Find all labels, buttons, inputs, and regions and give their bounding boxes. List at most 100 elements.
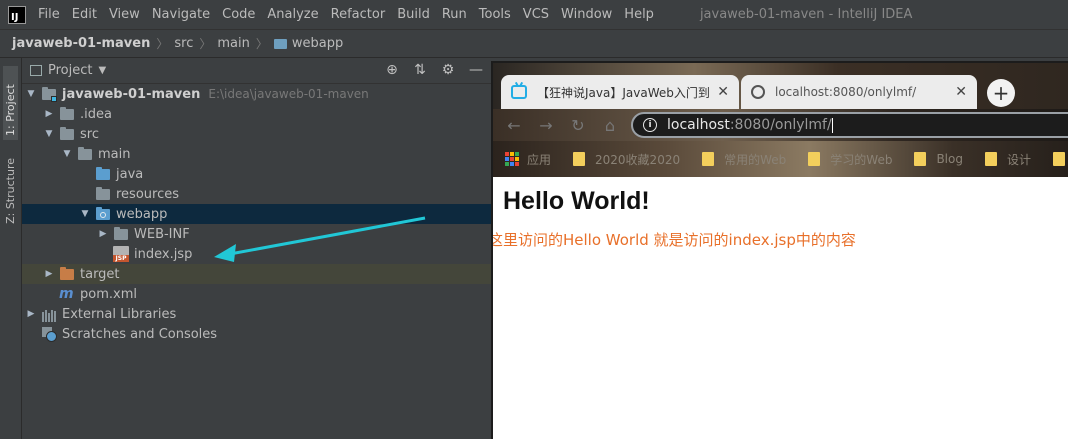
- menu-refactor[interactable]: Refactor: [325, 7, 392, 22]
- gear-icon[interactable]: ⚙: [440, 62, 456, 78]
- tree-item-project-root[interactable]: ▼ javaweb-01-maven E:\idea\javaweb-01-ma…: [22, 84, 492, 104]
- browser-tab-bilibili[interactable]: 【狂神说Java】JavaWeb入门到实战 ✕: [501, 75, 739, 109]
- browser-tab-localhost[interactable]: localhost:8080/onlylmf/ ✕: [741, 75, 977, 109]
- tree-item-src[interactable]: ▼ src: [22, 124, 492, 144]
- browser-toolbar: ← → ↻ ⌂ i localhost:8080/onlylmf/: [493, 109, 1068, 141]
- project-path: E:\idea\javaweb-01-maven: [208, 87, 369, 101]
- tree-item-scratches[interactable]: Scratches and Consoles: [22, 324, 492, 344]
- menu-help[interactable]: Help: [618, 7, 660, 22]
- reload-icon[interactable]: ↻: [567, 116, 589, 135]
- chevron-right-icon: 〉: [255, 37, 268, 51]
- bookmark-folder[interactable]: Blog: [914, 152, 963, 166]
- tree-item-pom[interactable]: m pom.xml: [22, 284, 492, 304]
- menu-code[interactable]: Code: [216, 7, 261, 22]
- address-bar[interactable]: i localhost:8080/onlylmf/: [631, 112, 1068, 138]
- folder-icon: [808, 152, 821, 166]
- web-page-content: Hello World! 这里访问的Hello World 就是访问的index…: [493, 177, 1068, 439]
- maven-icon: m: [59, 286, 74, 302]
- intellij-logo-icon: IJ: [8, 5, 26, 24]
- home-icon[interactable]: ⌂: [599, 116, 621, 135]
- minimize-icon[interactable]: —: [468, 62, 484, 78]
- bookmark-folder[interactable]: 2020收藏2020: [573, 151, 680, 168]
- menu-tools[interactable]: Tools: [473, 7, 517, 22]
- bookmark-folder[interactable]: 设计: [984, 151, 1031, 168]
- breadcrumb-src[interactable]: src: [174, 36, 193, 51]
- tree-item-resources[interactable]: resources: [22, 184, 492, 204]
- new-tab-button[interactable]: +: [987, 79, 1015, 107]
- menu-view[interactable]: View: [103, 7, 146, 22]
- menu-edit[interactable]: Edit: [66, 7, 103, 22]
- tree-item-idea[interactable]: ▶ .idea: [22, 104, 492, 124]
- expanded-arrow-icon[interactable]: ▼: [24, 89, 38, 99]
- browser-window: 【狂神说Java】JavaWeb入门到实战 ✕ localhost:8080/o…: [491, 61, 1068, 439]
- page-heading: Hello World!: [503, 187, 650, 215]
- folder-icon: [59, 106, 75, 122]
- tree-item-java[interactable]: java: [22, 164, 492, 184]
- tree-item-web-inf[interactable]: ▶ WEB-INF: [22, 224, 492, 244]
- bookmark-folder[interactable]: 学习的Web: [808, 151, 892, 168]
- bilibili-icon: [511, 85, 527, 99]
- browser-tab-strip: 【狂神说Java】JavaWeb入门到实战 ✕ localhost:8080/o…: [493, 63, 1068, 109]
- chevron-right-icon: 〉: [199, 37, 212, 51]
- collapse-all-icon[interactable]: ⇅: [412, 62, 428, 78]
- folder-icon: [113, 226, 129, 242]
- chevron-right-icon: 〉: [156, 37, 169, 51]
- folder-icon: [59, 126, 75, 142]
- libraries-icon: [41, 306, 57, 322]
- tree-item-index-jsp[interactable]: JSP index.jsp: [22, 244, 492, 264]
- back-icon[interactable]: ←: [503, 116, 525, 135]
- chevron-down-icon[interactable]: ▼: [98, 65, 106, 76]
- collapsed-arrow-icon[interactable]: ▶: [42, 109, 56, 119]
- forward-icon[interactable]: →: [535, 116, 557, 135]
- menu-window[interactable]: Window: [555, 7, 618, 22]
- collapsed-arrow-icon[interactable]: ▶: [42, 269, 56, 279]
- tree-item-main[interactable]: ▼ main: [22, 144, 492, 164]
- info-icon[interactable]: i: [643, 118, 657, 132]
- menu-navigate[interactable]: Navigate: [146, 7, 216, 22]
- folder-icon: [77, 146, 93, 162]
- bookmark-folder[interactable]: 常用的Web: [702, 151, 786, 168]
- url-text[interactable]: localhost:8080/onlylmf/: [667, 117, 833, 133]
- expanded-arrow-icon[interactable]: ▼: [78, 209, 92, 219]
- source-folder-icon: [95, 166, 111, 182]
- menu-bar: IJ File Edit View Navigate Code Analyze Refact…: [0, 0, 1068, 30]
- menu-vcs[interactable]: VCS: [517, 7, 555, 22]
- collapsed-arrow-icon[interactable]: ▶: [24, 309, 38, 319]
- resources-folder-icon: [95, 186, 111, 202]
- bookmark-folder[interactable]: 杂项: [1053, 151, 1068, 168]
- breadcrumb-project[interactable]: javaweb-01-maven: [12, 36, 150, 51]
- tool-tab-structure[interactable]: Z: Structure: [3, 154, 18, 228]
- project-panel-header: Project ▼ ⊕ ⇅ ⚙ —: [22, 58, 492, 84]
- breadcrumb: javaweb-01-maven 〉 src 〉 main 〉 webapp: [0, 30, 1068, 58]
- annotation-text: 这里访问的Hello World 就是访问的index.jsp中的内容: [491, 231, 856, 249]
- breadcrumb-webapp[interactable]: webapp: [273, 36, 343, 51]
- close-icon[interactable]: ✕: [717, 84, 729, 100]
- project-tree: ▼ javaweb-01-maven E:\idea\javaweb-01-ma…: [22, 84, 492, 344]
- menu-items: File Edit View Navigate Code Analyze Refactor B…: [32, 7, 660, 22]
- menu-analyze[interactable]: Analyze: [261, 7, 324, 22]
- excluded-folder-icon: [59, 266, 75, 282]
- project-icon: [30, 65, 42, 76]
- close-icon[interactable]: ✕: [955, 84, 967, 100]
- project-view-selector[interactable]: Project: [48, 63, 92, 78]
- locate-icon[interactable]: ⊕: [384, 62, 400, 78]
- menu-run[interactable]: Run: [436, 7, 473, 22]
- expanded-arrow-icon[interactable]: ▼: [42, 129, 56, 139]
- scratches-icon: [41, 326, 57, 342]
- breadcrumb-main[interactable]: main: [217, 36, 249, 51]
- apps-grid-icon: [505, 152, 519, 166]
- window-title: javaweb-01-maven - IntelliJ IDEA: [699, 7, 913, 22]
- tree-item-target[interactable]: ▶ target: [22, 264, 492, 284]
- tool-window-strip: 1: Project Z: Structure: [0, 58, 22, 439]
- menu-build[interactable]: Build: [391, 7, 436, 22]
- tool-tab-project[interactable]: 1: Project: [3, 66, 18, 140]
- tree-item-webapp[interactable]: ▼ webapp: [22, 204, 492, 224]
- folder-icon: [1053, 152, 1065, 166]
- folder-icon: [984, 152, 997, 166]
- collapsed-arrow-icon[interactable]: ▶: [96, 229, 110, 239]
- bookmark-apps[interactable]: 应用: [505, 151, 551, 168]
- bookmarks-bar: 应用 2020收藏2020 常用的Web 学习的Web Blog 设计 杂项: [493, 141, 1068, 177]
- tree-item-external-libraries[interactable]: ▶ External Libraries: [22, 304, 492, 324]
- expanded-arrow-icon[interactable]: ▼: [60, 149, 74, 159]
- menu-file[interactable]: File: [32, 7, 66, 22]
